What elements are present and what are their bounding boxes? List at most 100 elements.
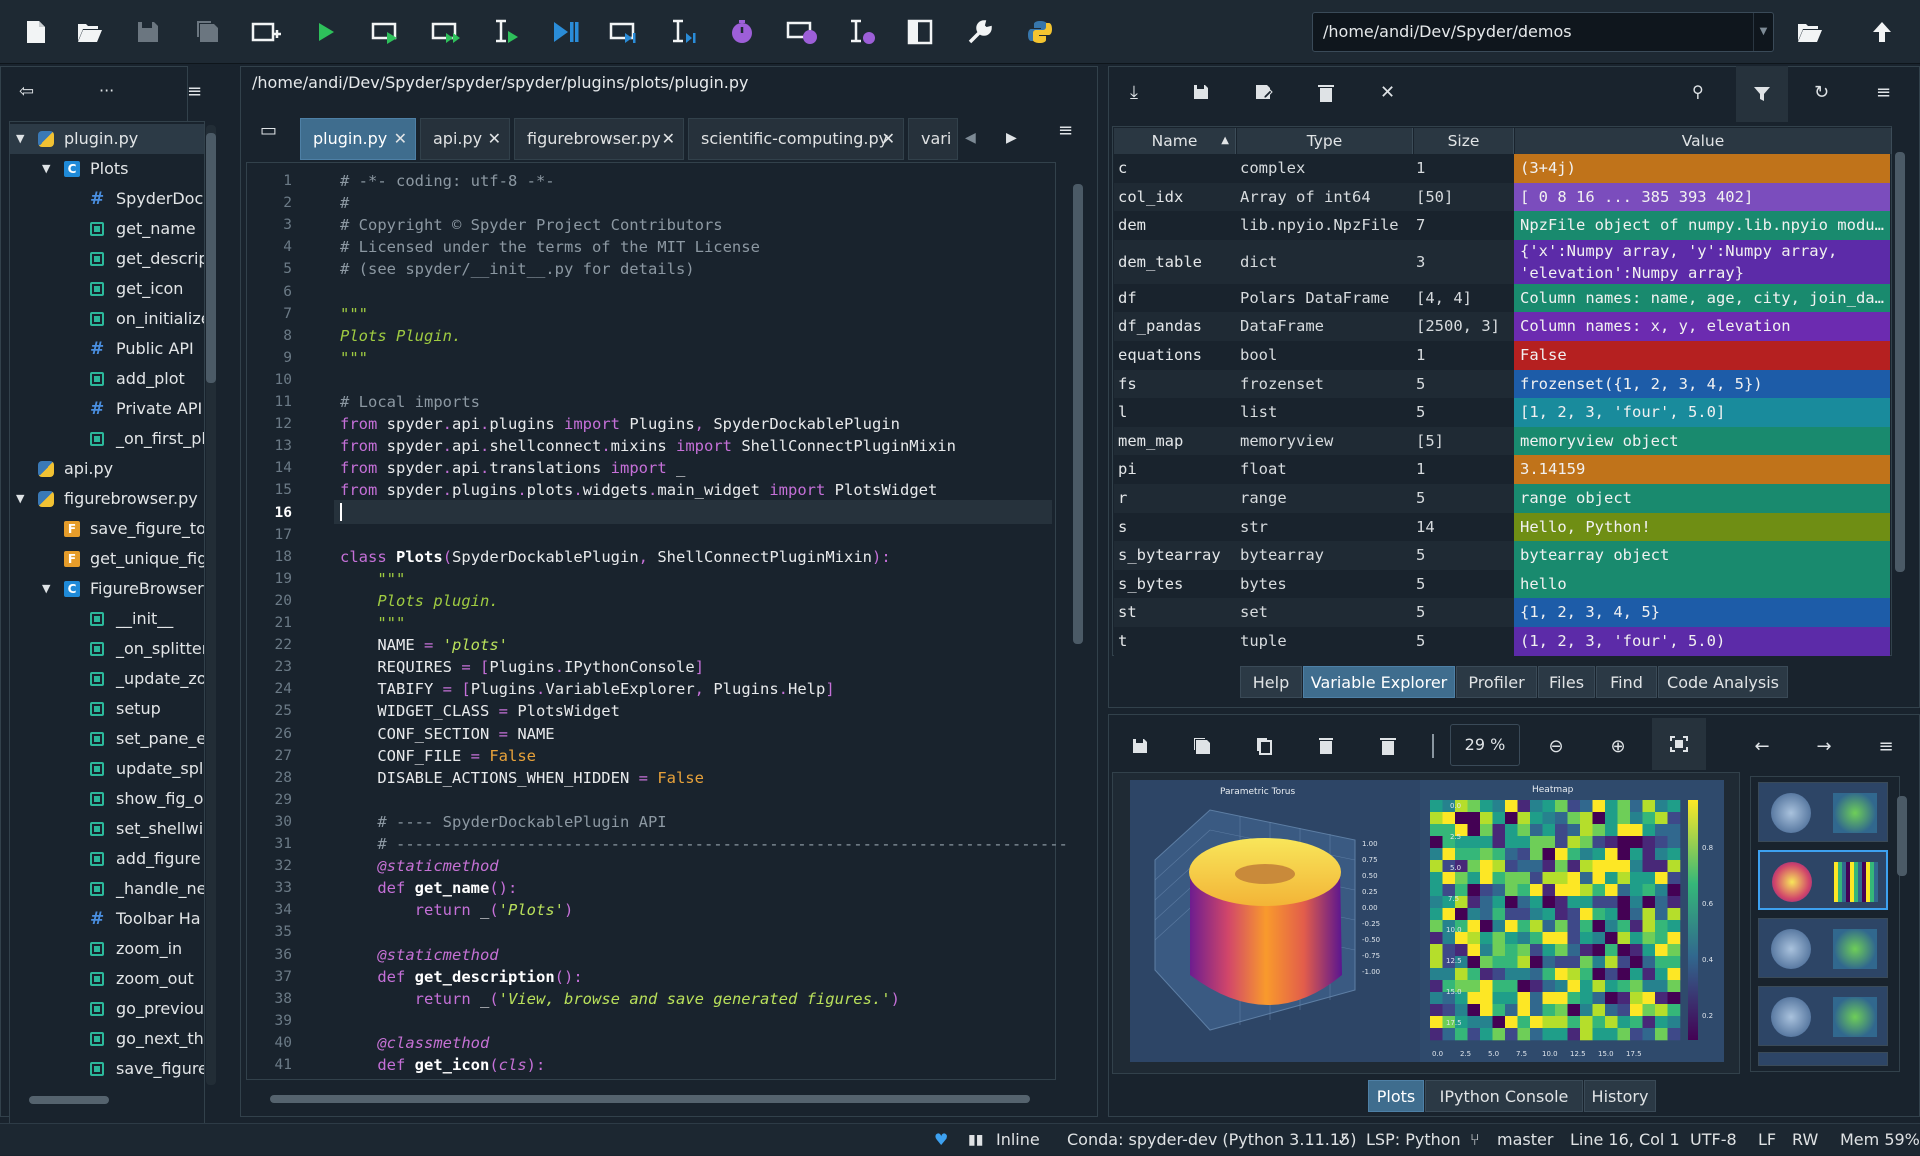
profile-file-icon[interactable] [722, 12, 762, 52]
lsp-status[interactable]: LSP: Python [1366, 1124, 1461, 1156]
editor-tab[interactable]: api.py ✕ [420, 118, 510, 160]
editor-tab[interactable]: figurebrowser.py ✕ [514, 118, 684, 160]
chevron-down-icon[interactable]: ▼ [42, 154, 50, 184]
outline-item[interactable]: add_plot [10, 364, 204, 394]
previous-figure-icon[interactable]: ← [1742, 728, 1782, 764]
variable-row[interactable]: df_pandas DataFrame [2500, 3] Column names:… [1114, 312, 1890, 341]
editor-tab[interactable]: plugin.py ✕ [300, 118, 416, 160]
outline-item[interactable]: go_next_th [10, 1024, 204, 1054]
zoom-in-icon[interactable]: ⊕ [1598, 728, 1638, 764]
tab-profiler[interactable]: Profiler [1456, 666, 1537, 698]
debug-selection-icon[interactable] [664, 12, 704, 52]
maximize-pane-icon[interactable] [900, 12, 940, 52]
tab-plots[interactable]: Plots [1368, 1080, 1424, 1112]
filter-toggle[interactable] [1736, 66, 1788, 122]
editor-hscrollbar[interactable] [252, 1092, 1066, 1106]
scroll-tabs-right-icon[interactable]: ▶ [1006, 130, 1017, 146]
remove-all-icon[interactable] [1318, 84, 1334, 106]
debug-cell-icon[interactable] [604, 12, 644, 52]
python-path-icon[interactable] [1020, 12, 1060, 52]
run-cell-icon[interactable] [366, 12, 406, 52]
editor-vscrollbar[interactable] [1072, 172, 1084, 1072]
outline-item[interactable]: api.py [10, 454, 204, 484]
plots-menu-icon[interactable]: ≡ [1866, 728, 1906, 764]
editor-menu-icon[interactable]: ≡ [1058, 120, 1073, 141]
variable-row[interactable]: st set 5 {1, 2, 3, 4, 5} [1114, 598, 1890, 627]
variable-row[interactable]: df Polars DataFrame [4, 4] Column names: na… [1114, 283, 1890, 313]
tab-help[interactable]: Help [1240, 666, 1302, 698]
tab-find[interactable]: Find [1596, 666, 1657, 698]
tab-variable-explorer[interactable]: Variable Explorer [1303, 666, 1455, 698]
variable-row[interactable]: fs frozenset 5 frozenset({1, 2, 3, 4, 5}) [1114, 369, 1890, 399]
variable-row[interactable]: dem_table dict 3 {'x':Numpy array, 'y':Nump… [1114, 239, 1890, 284]
matplotlib-backend[interactable]: Inline [996, 1124, 1040, 1156]
run-selection-icon[interactable] [486, 12, 526, 52]
outline-item[interactable]: get_descrip [10, 244, 204, 274]
heart-icon[interactable]: ♥ [934, 1124, 948, 1156]
outline-item[interactable]: ▼ figurebrowser.py [10, 484, 204, 514]
run-cell-advance-icon[interactable] [426, 12, 466, 52]
scroll-tabs-left-icon[interactable]: ◀ [965, 130, 976, 146]
plot-thumbnail[interactable] [1758, 1052, 1888, 1066]
outline-item[interactable]: # Private API [10, 394, 204, 424]
outline-item[interactable]: update_spl [10, 754, 204, 784]
outline-item[interactable]: # SpyderDocl [10, 184, 204, 214]
browse-tabs-icon[interactable]: ▭ [260, 120, 277, 141]
tab-history[interactable]: History [1584, 1080, 1656, 1112]
outline-item[interactable]: _on_splitter [10, 634, 204, 664]
outline-item[interactable]: add_figure [10, 844, 204, 874]
debug-file-icon[interactable] [546, 12, 586, 52]
run-file-icon[interactable] [306, 12, 346, 52]
refresh-icon[interactable]: ↻ [1814, 82, 1829, 103]
outline-item[interactable]: save_figure [10, 1054, 204, 1084]
search-icon[interactable]: ⚲ [1692, 82, 1704, 101]
col-header-size[interactable]: Size [1414, 128, 1514, 154]
variable-row[interactable]: l list 5 [1, 2, 3, 'four', 5.0] [1114, 398, 1890, 427]
variable-row[interactable]: equations bool 1 False [1114, 341, 1890, 370]
copy-plot-icon[interactable] [1244, 728, 1284, 764]
save-file-icon[interactable] [128, 12, 168, 52]
outline-item[interactable]: go_previou [10, 994, 204, 1024]
outline-item[interactable]: _handle_ne [10, 874, 204, 904]
outline-item[interactable]: # Public API [10, 334, 204, 364]
outline-item[interactable]: ▼ C Plots [10, 154, 204, 184]
parent-directory-icon[interactable] [1862, 12, 1902, 52]
conda-env[interactable]: Conda: spyder-dev (Python 3.11.15) [1067, 1124, 1356, 1156]
chevron-down-icon[interactable]: ▼ [1753, 13, 1773, 51]
new-cell-icon[interactable] [246, 12, 286, 52]
col-header-type[interactable]: Type [1237, 128, 1413, 154]
outline-item[interactable]: get_name [10, 214, 204, 244]
next-figure-icon[interactable]: → [1804, 728, 1844, 764]
plot-thumbnail[interactable] [1758, 918, 1888, 978]
tab-ipython-console[interactable]: IPython Console [1425, 1080, 1583, 1112]
tab-files[interactable]: Files [1538, 666, 1595, 698]
chevron-down-icon[interactable]: ▼ [16, 124, 24, 154]
variable-row[interactable]: mem_map memoryview [5] memoryview object [1114, 426, 1890, 456]
more-options-icon[interactable]: ··· [99, 81, 114, 100]
refresh-off-icon[interactable]: ✕ [1380, 82, 1395, 103]
save-all-plots-icon[interactable] [1182, 728, 1222, 764]
outline-item[interactable]: set_pane_e [10, 724, 204, 754]
close-icon[interactable]: ✕ [662, 119, 675, 159]
remove-plot-icon[interactable] [1306, 728, 1346, 764]
outline-item[interactable]: Fget_unique_fig [10, 544, 204, 574]
profile-selection-icon[interactable] [842, 12, 882, 52]
chevron-down-icon[interactable]: ▼ [42, 574, 50, 604]
tab-code-analysis[interactable]: Code Analysis [1658, 666, 1788, 698]
variable-row[interactable]: s str 14 Hello, Python! [1114, 512, 1890, 542]
chevron-down-icon[interactable]: ▼ [16, 484, 24, 514]
working-directory-combo[interactable]: /home/andi/Dev/Spyder/demos ▼ [1312, 12, 1774, 52]
variable-row[interactable]: s_bytes bytes 5 hello [1114, 569, 1890, 599]
save-plot-icon[interactable] [1120, 728, 1160, 764]
outline-item[interactable]: zoom_in [10, 934, 204, 964]
outline-item[interactable]: __init__ [10, 604, 204, 634]
outline-item[interactable]: _on_first_pl [10, 424, 204, 454]
open-file-icon[interactable] [70, 12, 110, 52]
outline-hscrollbar[interactable] [15, 1093, 199, 1107]
close-icon[interactable]: ✕ [882, 119, 895, 159]
go-to-cursor-icon[interactable]: ⇦ [19, 81, 34, 102]
plot-thumbnail[interactable] [1758, 850, 1888, 910]
variable-row[interactable]: col_idx Array of int64 [50] [ 0 8 16 ... 38… [1114, 182, 1890, 212]
save-all-icon[interactable] [188, 12, 228, 52]
import-data-icon[interactable]: ⤓ [1130, 82, 1138, 103]
